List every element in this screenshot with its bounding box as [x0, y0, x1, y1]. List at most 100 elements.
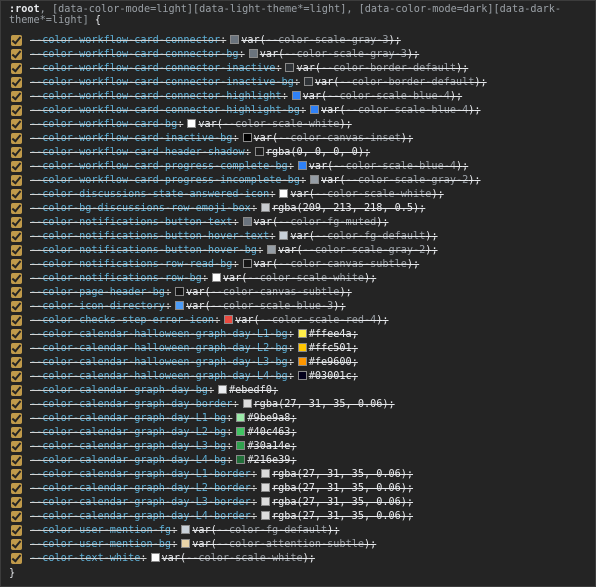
declaration-row[interactable]: --color-calendar-graph-day-L1-border: rgb… [1, 468, 595, 482]
property-value[interactable]: var(--color-scale-white) [223, 273, 370, 284]
variable-reference[interactable]: --color-attention-subtle [217, 539, 364, 550]
declaration-checkbox[interactable] [11, 91, 22, 102]
property-value[interactable]: rgba(27, 31, 35, 0.06) [254, 399, 389, 410]
color-swatch[interactable] [236, 441, 246, 450]
declaration-row[interactable]: --color-checks-step-error-icon: var(--col… [1, 314, 595, 328]
declaration-checkbox[interactable] [11, 175, 22, 186]
property-name[interactable]: --color-user-mention-fg [30, 525, 171, 536]
property-name[interactable]: --color-calendar-graph-day-L2-bg [30, 427, 226, 438]
declaration-checkbox[interactable] [11, 35, 22, 46]
property-value[interactable]: #216e39 [247, 455, 290, 466]
declaration-checkbox[interactable] [11, 469, 22, 480]
color-swatch[interactable] [236, 413, 246, 422]
declaration-checkbox[interactable] [11, 105, 22, 116]
declaration-row[interactable]: --color-workflow-card-connector-inactive… [1, 62, 595, 76]
declaration-checkbox[interactable] [11, 217, 22, 228]
variable-reference[interactable]: --color-scale-blue-4 [327, 91, 450, 102]
declaration-checkbox[interactable] [11, 525, 22, 536]
declaration-checkbox[interactable] [11, 119, 22, 130]
declaration-row[interactable]: --color-calendar-graph-day-L2-border: rgb… [1, 482, 595, 496]
declaration-row[interactable]: --color-calendar-graph-day-L3-bg: #30a14e… [1, 440, 595, 454]
variable-reference[interactable]: --color-scale-white [247, 273, 364, 284]
property-value[interactable]: var(--color-scale-white) [290, 189, 437, 200]
property-name[interactable]: --color-calendar-graph-day-L2-border [30, 483, 251, 494]
variable-reference[interactable]: --color-border-default [339, 77, 474, 88]
declaration-row[interactable]: --color-workflow-card-connector-bg: var(-… [1, 48, 595, 62]
declaration-checkbox[interactable] [11, 273, 22, 284]
property-name[interactable]: --color-calendar-halloween-graph-day-L3-… [30, 357, 288, 368]
color-swatch[interactable] [310, 105, 320, 114]
property-value[interactable]: #30a14e [247, 441, 290, 452]
property-name[interactable]: --color-workflow-card-bg [30, 119, 177, 130]
declaration-row[interactable]: --color-calendar-halloween-graph-day-L2-… [1, 342, 595, 356]
declaration-row[interactable]: --color-user-mention-bg: var(--color-atte… [1, 538, 595, 552]
color-swatch[interactable] [285, 63, 295, 72]
color-swatch[interactable] [260, 497, 270, 506]
declaration-checkbox[interactable] [11, 385, 22, 396]
color-swatch[interactable] [297, 343, 307, 352]
declaration-row[interactable]: --color-notifications-row-bg: var(--color… [1, 272, 595, 286]
declaration-checkbox[interactable] [11, 553, 22, 564]
declaration-row[interactable]: --color-notifications-button-hover-text:… [1, 230, 595, 244]
declaration-checkbox[interactable] [11, 77, 22, 88]
property-value[interactable]: var(--color-border-default) [296, 63, 462, 74]
color-swatch[interactable] [181, 525, 191, 534]
property-name[interactable]: --color-notifications-button-text [30, 217, 232, 228]
property-name[interactable]: --color-calendar-graph-day-L4-border [30, 511, 251, 522]
property-value[interactable]: var(--color-scale-gray-3) [260, 49, 413, 60]
property-value[interactable]: rgba(27, 31, 35, 0.06) [272, 469, 407, 480]
color-swatch[interactable] [297, 357, 307, 366]
property-name[interactable]: --color-workflow-card-header-shadow [30, 147, 245, 158]
color-swatch[interactable] [175, 301, 185, 310]
color-swatch[interactable] [291, 91, 301, 100]
color-swatch[interactable] [224, 315, 234, 324]
color-swatch[interactable] [150, 553, 160, 562]
property-value[interactable]: var(--color-scale-white) [198, 119, 345, 130]
property-value[interactable]: rgba(27, 31, 35, 0.06) [272, 511, 407, 522]
declaration-row[interactable]: --color-calendar-halloween-graph-day-L4-… [1, 370, 595, 384]
declaration-row[interactable]: --color-workflow-card-bg: var(--color-sca… [1, 118, 595, 132]
color-swatch[interactable] [236, 427, 246, 436]
property-name[interactable]: --color-text-white [30, 553, 140, 564]
property-value[interactable]: var(--color-scale-red-4) [235, 315, 382, 326]
property-value[interactable]: var(--color-fg-default) [290, 231, 431, 242]
property-name[interactable]: --color-bg-discussions-row-emoji-box [30, 203, 251, 214]
variable-reference[interactable]: --color-canvas-subtle [211, 287, 340, 298]
variable-reference[interactable]: --color-fg-default [315, 231, 425, 242]
color-swatch[interactable] [254, 147, 264, 156]
property-name[interactable]: --color-calendar-graph-day-border [30, 399, 232, 410]
property-name[interactable]: --color-notifications-row-read-bg [30, 259, 232, 270]
variable-reference[interactable]: --color-scale-blue-4 [346, 105, 469, 116]
property-value[interactable]: var(--color-attention-subtle) [192, 539, 370, 550]
declaration-row[interactable]: --color-calendar-graph-day-L4-bg: #216e39… [1, 454, 595, 468]
declaration-row[interactable]: --color-workflow-card-header-shadow: rgba… [1, 146, 595, 160]
property-value[interactable]: rgba(209, 213, 218, 0.5) [272, 203, 419, 214]
property-value[interactable]: #ebedf0 [229, 385, 272, 396]
color-swatch[interactable] [230, 35, 240, 44]
declaration-row[interactable]: --color-notifications-row-read-bg: var(--… [1, 258, 595, 272]
declaration-checkbox[interactable] [11, 315, 22, 326]
declaration-row[interactable]: --color-notifications-button-text: var(--… [1, 216, 595, 230]
declaration-row[interactable]: --color-calendar-graph-day-border: rgba(2… [1, 398, 595, 412]
declaration-checkbox[interactable] [11, 399, 22, 410]
property-value[interactable]: var(--color-fg-muted) [254, 217, 383, 228]
color-swatch[interactable] [297, 161, 307, 170]
property-name[interactable]: --color-notifications-button-hover-text [30, 231, 269, 242]
property-value[interactable]: var(--color-scale-blue-3) [186, 301, 339, 312]
declaration-row[interactable]: --color-workflow-card-connector-highligh… [1, 90, 595, 104]
property-name[interactable]: --color-calendar-graph-day-L3-bg [30, 441, 226, 452]
color-swatch[interactable] [218, 385, 228, 394]
declaration-row[interactable]: --color-workflow-card-inactive-bg: var(--… [1, 132, 595, 146]
property-name[interactable]: --color-calendar-halloween-graph-day-L1-… [30, 329, 288, 340]
declaration-checkbox[interactable] [11, 49, 22, 60]
color-swatch[interactable] [279, 189, 289, 198]
property-name[interactable]: --color-workflow-card-progress-incomplet… [30, 175, 300, 186]
declaration-row[interactable]: --color-workflow-card-connector-inactive… [1, 76, 595, 90]
property-value[interactable]: #ffc501 [309, 343, 352, 354]
property-value[interactable]: var(--color-fg-default) [192, 525, 333, 536]
variable-reference[interactable]: --color-canvas-subtle [278, 259, 407, 270]
variable-reference[interactable]: --color-scale-gray-3 [284, 49, 407, 60]
property-name[interactable]: --color-checks-step-error-icon [30, 315, 214, 326]
color-swatch[interactable] [260, 483, 270, 492]
declaration-checkbox[interactable] [11, 511, 22, 522]
